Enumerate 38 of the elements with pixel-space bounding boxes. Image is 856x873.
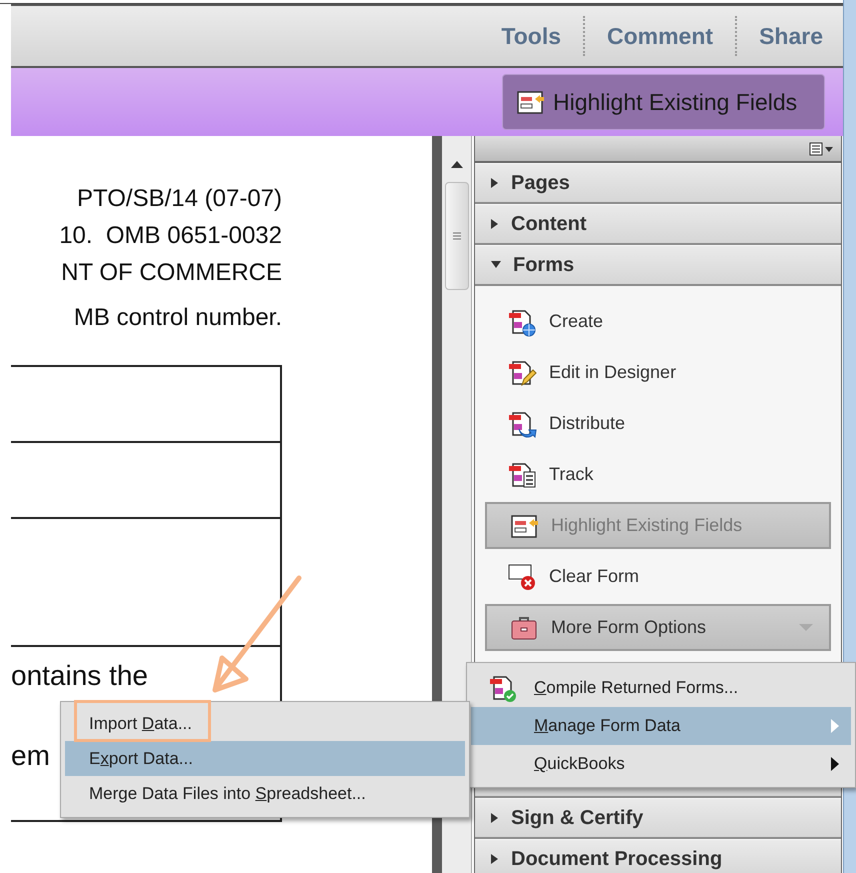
collapse-icon: [491, 261, 501, 269]
scroll-thumb[interactable]: [444, 182, 468, 290]
document-text: em: [11, 739, 50, 773]
panel-section-header[interactable]: Content: [475, 204, 841, 245]
expand-icon: [491, 813, 499, 823]
highlight-fields-button[interactable]: Highlight Existing Fields: [502, 74, 825, 130]
panel-section-header[interactable]: Sign & Certify: [475, 798, 841, 839]
tool-item[interactable]: Distribute: [485, 400, 831, 447]
scroll-up-icon[interactable]: [450, 160, 462, 168]
toolbar-tab[interactable]: Comment: [607, 14, 714, 58]
grip-icon: [452, 231, 462, 241]
expand-icon: [491, 178, 499, 188]
dropdown-button[interactable]: More Form Options: [485, 604, 831, 651]
menu-item[interactable]: QuickBooks: [471, 745, 851, 783]
tool-item[interactable]: Create: [485, 298, 831, 345]
panel-options-icon[interactable]: [809, 142, 835, 156]
panel-section-header[interactable]: Forms: [475, 245, 841, 286]
toolbar-tab[interactable]: Tools: [501, 14, 561, 58]
tool-item[interactable]: Clear Form: [485, 553, 831, 600]
panel-section-header[interactable]: Pages: [475, 163, 841, 204]
expand-icon: [491, 219, 499, 229]
expand-icon: [491, 854, 499, 864]
tool-item[interactable]: Edit in Designer: [485, 349, 831, 396]
document-text: PTO/SB/14 (07-07): [77, 184, 282, 214]
document-text: 10. OMB 0651-0032: [59, 221, 282, 251]
document-text: ontains the: [11, 659, 148, 693]
menu-item[interactable]: Merge Data Files into Spreadsheet...: [65, 776, 465, 811]
toolbar-tab[interactable]: Share: [759, 14, 823, 58]
menu-item[interactable]: Compile Returned Forms...: [471, 669, 851, 707]
menu-item[interactable]: Import Data...: [65, 706, 465, 741]
menu-item[interactable]: Manage Form Data: [471, 707, 851, 745]
panel-section-header[interactable]: Document Processing: [475, 839, 841, 873]
menu-item[interactable]: Export Data...: [65, 741, 465, 776]
caret-icon: [799, 624, 813, 632]
tool-item[interactable]: Track: [485, 451, 831, 498]
clear-form-icon: [507, 562, 537, 592]
document-text: MB control number.: [74, 303, 282, 333]
document-text: NT OF COMMERCE: [61, 258, 282, 288]
